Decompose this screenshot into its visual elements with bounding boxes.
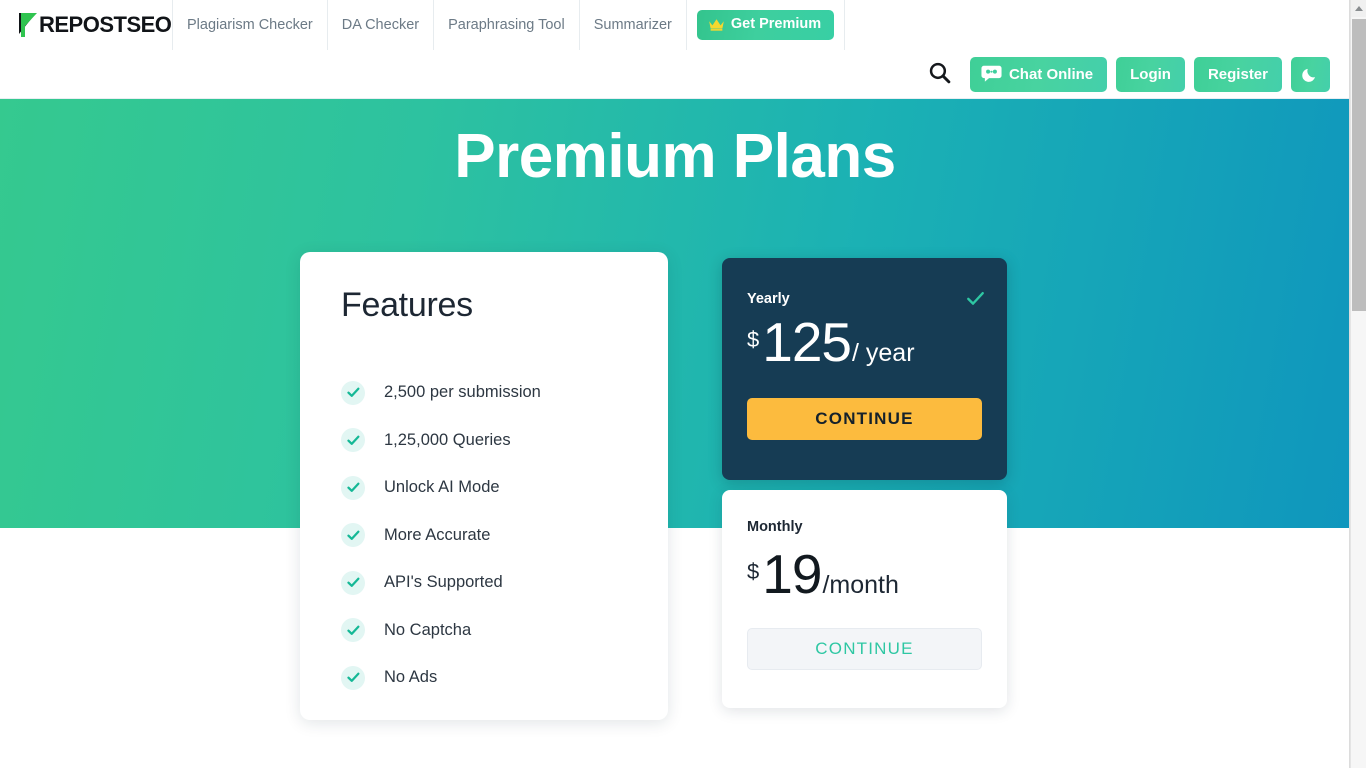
selected-check-icon xyxy=(966,289,985,308)
nav-item-paraphrasing-tool[interactable]: Paraphrasing Tool xyxy=(433,0,579,50)
plan-currency: $ xyxy=(747,327,760,352)
feature-list-item: API's Supported xyxy=(341,559,648,607)
plan-label: Yearly xyxy=(747,291,790,307)
scrollbar-thumb[interactable] xyxy=(1352,19,1366,311)
nav-label: Summarizer xyxy=(593,17,672,33)
feature-label: No Captcha xyxy=(384,620,472,639)
get-premium-button[interactable]: Get Premium xyxy=(696,10,835,40)
nav-label: Plagiarism Checker xyxy=(187,17,313,33)
feature-label: 2,500 per submission xyxy=(384,383,541,402)
plan-period: /month xyxy=(822,571,899,599)
vertical-scrollbar[interactable] xyxy=(1350,0,1366,768)
nav-label: DA Checker xyxy=(341,17,420,33)
plan-period: / year xyxy=(852,339,915,367)
check-icon xyxy=(341,523,365,548)
nav-label: Paraphrasing Tool xyxy=(448,17,565,33)
moon-icon xyxy=(1302,66,1319,83)
get-premium-container: Get Premium xyxy=(685,0,846,50)
features-title: Features xyxy=(341,286,473,324)
plan-price: $ 125 / year xyxy=(747,315,915,370)
robot-icon xyxy=(981,65,1002,83)
nav-item-summarizer[interactable]: Summarizer xyxy=(578,0,686,50)
header-primary-row: REPOSTSEO Plagiarism Checker DA Checker … xyxy=(0,0,1350,50)
feature-list-item: No Captcha xyxy=(341,607,648,655)
plan-card-monthly[interactable]: Monthly $ 19 /month CONTINUE xyxy=(722,490,1007,708)
hero-banner: Premium Plans xyxy=(0,99,1350,528)
plan-amount: 125 xyxy=(762,311,852,373)
logo-text: REPOSTSEO xyxy=(39,12,172,37)
check-icon xyxy=(341,570,365,595)
logo[interactable]: REPOSTSEO xyxy=(0,0,172,50)
feature-label: Unlock AI Mode xyxy=(384,478,500,497)
check-icon xyxy=(341,380,365,405)
main-navigation: Plagiarism Checker DA Checker Paraphrasi… xyxy=(172,0,846,50)
check-icon xyxy=(341,665,365,690)
login-label: Login xyxy=(1130,65,1171,83)
nav-item-plagiarism-checker[interactable]: Plagiarism Checker xyxy=(172,0,327,50)
chat-online-label: Chat Online xyxy=(1008,65,1094,83)
plan-currency: $ xyxy=(747,559,760,584)
get-premium-label: Get Premium xyxy=(730,16,822,33)
feature-label: API's Supported xyxy=(384,573,503,592)
login-button[interactable]: Login xyxy=(1116,56,1185,92)
plan-label: Monthly xyxy=(747,519,803,535)
register-button[interactable]: Register xyxy=(1193,56,1282,92)
search-icon xyxy=(927,60,952,88)
continue-button-yearly[interactable]: CONTINUE xyxy=(747,398,982,440)
features-list: 2,500 per submission 1,25,000 Queries Un… xyxy=(341,369,648,702)
dark-mode-toggle-button[interactable] xyxy=(1291,56,1330,92)
check-icon xyxy=(341,618,365,643)
nav-item-da-checker[interactable]: DA Checker xyxy=(326,0,433,50)
feature-label: 1,25,000 Queries xyxy=(384,430,511,449)
page-title: Premium Plans xyxy=(454,122,896,191)
chat-online-button[interactable]: Chat Online xyxy=(969,56,1108,92)
crown-icon xyxy=(708,18,725,31)
feature-list-item: Unlock AI Mode xyxy=(341,464,648,512)
check-icon xyxy=(341,428,365,453)
register-label: Register xyxy=(1207,65,1268,83)
prepostseo-logo-icon xyxy=(18,12,40,38)
scroll-up-arrow-icon[interactable] xyxy=(1351,0,1366,17)
plan-card-yearly[interactable]: Yearly $ 125 / year CONTINUE xyxy=(722,258,1007,480)
plan-amount: 19 xyxy=(762,543,822,605)
feature-list-item: 2,500 per submission xyxy=(341,369,648,417)
features-card: Features 2,500 per submission 1,25,000 Q… xyxy=(300,252,668,720)
plan-price: $ 19 /month xyxy=(747,547,899,602)
site-header: REPOSTSEO Plagiarism Checker DA Checker … xyxy=(0,0,1350,99)
continue-button-monthly[interactable]: CONTINUE xyxy=(747,628,982,670)
feature-list-item: More Accurate xyxy=(341,512,648,560)
search-button[interactable] xyxy=(923,57,957,91)
header-secondary-row: Chat Online Login Register xyxy=(0,50,1350,98)
feature-list-item: No Ads xyxy=(341,654,648,702)
check-icon xyxy=(341,475,365,500)
feature-list-item: 1,25,000 Queries xyxy=(341,417,648,465)
feature-label: More Accurate xyxy=(384,525,491,544)
feature-label: No Ads xyxy=(384,668,438,687)
